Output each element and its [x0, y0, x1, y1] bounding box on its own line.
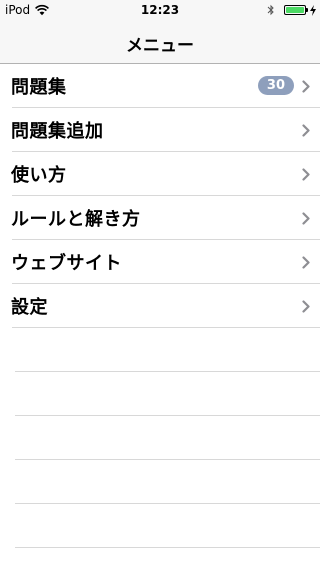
count-badge: 30	[257, 76, 294, 95]
menu-item-rules[interactable]: ルールと解き方	[0, 196, 320, 240]
empty-row	[0, 372, 320, 416]
empty-row	[0, 328, 320, 372]
chevron-right-icon	[302, 80, 310, 93]
charging-icon	[310, 4, 316, 16]
empty-row	[0, 460, 320, 504]
menu-item-label: 設定	[11, 297, 48, 318]
bluetooth-icon	[267, 4, 274, 16]
menu-item-label: 使い方	[11, 165, 67, 186]
menu-item-label: ルールと解き方	[11, 209, 141, 230]
menu-item-problem-sets[interactable]: 問題集 30	[0, 64, 320, 108]
empty-row	[0, 504, 320, 548]
chevron-right-icon	[302, 212, 310, 225]
menu-item-website[interactable]: ウェブサイト	[0, 240, 320, 284]
menu-item-add-problem-set[interactable]: 問題集追加	[0, 108, 320, 152]
chevron-right-icon	[302, 124, 310, 137]
menu-item-label: 問題集	[11, 77, 67, 98]
empty-row	[0, 416, 320, 460]
menu-item-label: 問題集追加	[11, 121, 104, 142]
menu-list: 問題集 30 問題集追加 使い方 ルールと解き方 ウェブサイト 設定	[0, 64, 320, 548]
menu-item-how-to-use[interactable]: 使い方	[0, 152, 320, 196]
battery-level	[286, 7, 304, 13]
chevron-right-icon	[302, 168, 310, 181]
menu-item-label: ウェブサイト	[11, 253, 122, 274]
battery-icon	[284, 5, 308, 15]
navigation-bar: メニュー	[0, 20, 320, 64]
status-bar: iPod 12:23	[0, 0, 320, 20]
menu-item-settings[interactable]: 設定	[0, 284, 320, 328]
page-title: メニュー	[126, 36, 194, 56]
chevron-right-icon	[302, 256, 310, 269]
chevron-right-icon	[302, 300, 310, 313]
